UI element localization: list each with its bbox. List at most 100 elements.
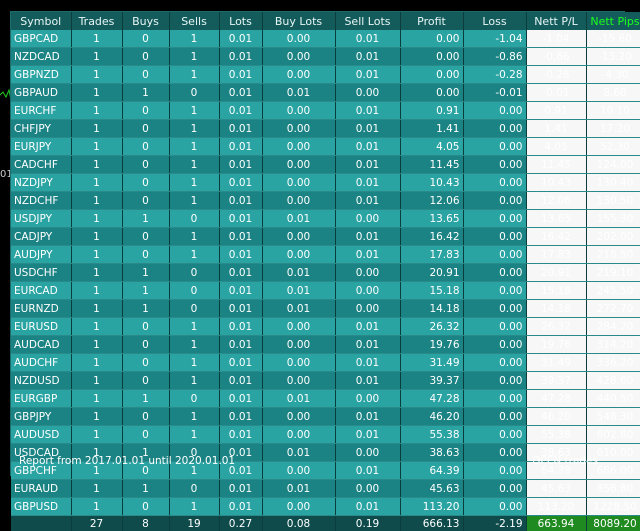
cell-buy-lots: 0.00 [262, 66, 335, 84]
cell-buys: 0 [122, 192, 169, 210]
total-lots: 0.27 [219, 516, 262, 531]
cell-symbol: CHFJPY [11, 120, 71, 138]
cell-loss: 0.00 [463, 174, 526, 192]
table-row: AUDJPY1010.010.000.0117.830.0017.83218.5… [11, 246, 640, 264]
cell-nett-pl: 45.63 [526, 480, 586, 498]
cell-nett-pips: 548.30 [586, 408, 640, 426]
total-buys: 8 [122, 516, 169, 531]
cell-lots: 0.01 [219, 498, 262, 516]
cell-nett-pl: 31.49 [526, 354, 586, 372]
cell-loss: 0.00 [463, 282, 526, 300]
cell-profit: 46.20 [400, 408, 463, 426]
cell-symbol: AUDCAD [11, 336, 71, 354]
cell-buy-lots: 0.00 [262, 246, 335, 264]
cell-lots: 0.01 [219, 66, 262, 84]
cell-symbol: GBPAUD [11, 84, 71, 102]
cell-sells: 0 [169, 390, 219, 408]
cell-nett-pl: 17.83 [526, 246, 586, 264]
cell-lots: 0.01 [219, 210, 262, 228]
table-row: NZDCHF1010.010.000.0112.060.0012.06130.5… [11, 192, 640, 210]
total-buy-lots: 0.08 [262, 516, 335, 531]
cell-trades: 1 [71, 138, 122, 156]
cell-buy-lots: 0.01 [262, 210, 335, 228]
cell-nett-pips: 314.20 [586, 336, 640, 354]
cell-buy-lots: 0.00 [262, 336, 335, 354]
cell-lots: 0.01 [219, 192, 262, 210]
cell-nett-pips: 130.50 [586, 192, 640, 210]
cell-trades: 1 [71, 498, 122, 516]
header-profit: Profit [400, 12, 463, 30]
cell-sells: 1 [169, 120, 219, 138]
cell-symbol: CADJPY [11, 228, 71, 246]
cell-symbol: NZDCHF [11, 192, 71, 210]
cell-buy-lots: 0.00 [262, 354, 335, 372]
cell-buy-lots: 0.01 [262, 282, 335, 300]
cell-nett-pl: -0.28 [526, 66, 586, 84]
cell-sell-lots: 0.01 [335, 48, 400, 66]
cell-loss: 0.00 [463, 192, 526, 210]
table-row: EURCAD1100.010.010.0015.180.0015.18245.5… [11, 282, 640, 300]
cell-nett-pl: 11.45 [526, 156, 586, 174]
cell-sell-lots: 0.01 [335, 336, 400, 354]
cell-buys: 0 [122, 48, 169, 66]
table-row: CADJPY1010.010.000.0116.420.0016.42202.0… [11, 228, 640, 246]
cell-nett-pl: 4.05 [526, 138, 586, 156]
cell-loss: 0.00 [463, 318, 526, 336]
header-nett-pl: Nett P/L [526, 12, 586, 30]
cell-sell-lots: 0.01 [335, 498, 400, 516]
cell-nett-pl: -0.01 [526, 84, 586, 102]
cell-buy-lots: 0.00 [262, 408, 335, 426]
cell-buy-lots: 0.01 [262, 300, 335, 318]
cell-sell-lots: 0.01 [335, 30, 400, 48]
cell-loss: 0.00 [463, 246, 526, 264]
cell-buys: 0 [122, 138, 169, 156]
cell-nett-pl: 12.06 [526, 192, 586, 210]
table-row: EURJPY1010.010.000.014.050.004.0552.30 [11, 138, 640, 156]
cell-buys: 0 [122, 102, 169, 120]
cell-sells: 0 [169, 300, 219, 318]
cell-sell-lots: 0.00 [335, 480, 400, 498]
cell-sells: 1 [169, 426, 219, 444]
cell-trades: 1 [71, 66, 122, 84]
cell-lots: 0.01 [219, 48, 262, 66]
cell-trades: 1 [71, 426, 122, 444]
cell-buy-lots: 0.00 [262, 192, 335, 210]
header-nett-pips: Nett Pips [586, 12, 640, 30]
cell-sell-lots: 0.01 [335, 426, 400, 444]
table-row: NZDUSD1010.010.000.0139.370.0039.37428.6… [11, 372, 640, 390]
cell-lots: 0.01 [219, 102, 262, 120]
table-row: CADCHF1010.010.000.0111.450.0011.45124.0… [11, 156, 640, 174]
cell-buy-lots: 0.01 [262, 264, 335, 282]
cell-sell-lots: 0.01 [335, 354, 400, 372]
cell-trades: 1 [71, 48, 122, 66]
cell-buys: 1 [122, 210, 169, 228]
cell-buys: 1 [122, 300, 169, 318]
cell-nett-pl: 46.20 [526, 408, 586, 426]
cell-symbol: CADCHF [11, 156, 71, 174]
cell-symbol: NZDCAD [11, 48, 71, 66]
cell-loss: 0.00 [463, 372, 526, 390]
cell-nett-pips: 218.50 [586, 246, 640, 264]
cell-sells: 0 [169, 210, 219, 228]
cell-nett-pl: 47.28 [526, 390, 586, 408]
cell-buys: 0 [122, 30, 169, 48]
cell-trades: 1 [71, 372, 122, 390]
cell-trades: 1 [71, 246, 122, 264]
cell-trades: 1 [71, 174, 122, 192]
totals-row: 278190.270.080.19666.13-2.19663.948089.2… [11, 516, 640, 531]
cell-profit: 14.18 [400, 300, 463, 318]
table-row: EURUSD1010.010.000.0126.320.0026.32284.2… [11, 318, 640, 336]
cell-sells: 1 [169, 30, 219, 48]
cell-lots: 0.01 [219, 228, 262, 246]
cell-loss: 0.00 [463, 498, 526, 516]
cell-buy-lots: 0.00 [262, 48, 335, 66]
cell-nett-pl: 14.18 [526, 300, 586, 318]
cell-buys: 0 [122, 372, 169, 390]
header-sell-lots: Sell Lots [335, 12, 400, 30]
cell-loss: 0.00 [463, 264, 526, 282]
cell-profit: 1.41 [400, 120, 463, 138]
cell-sells: 1 [169, 174, 219, 192]
cell-profit: 0.91 [400, 102, 463, 120]
cell-trades: 1 [71, 84, 122, 102]
table-row: EURGBP1100.010.010.0047.280.0047.28440.5… [11, 390, 640, 408]
